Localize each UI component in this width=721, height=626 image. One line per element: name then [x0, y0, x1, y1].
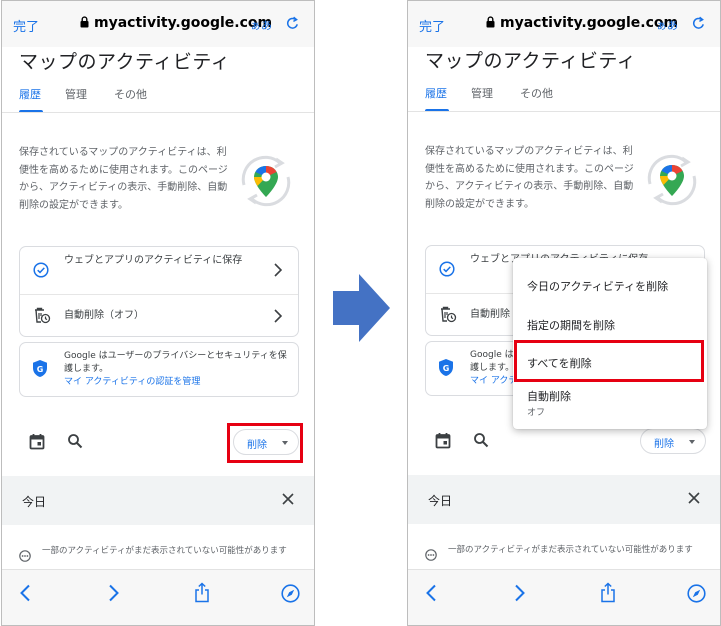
- description-text: 保存されているマップのアクティビティは、利便性を高めるために使用されます。このペ…: [425, 146, 634, 210]
- arrow-right-icon: [333, 274, 390, 342]
- page-title: マップのアクティビティ: [19, 51, 231, 73]
- tab-other[interactable]: その他: [520, 85, 553, 101]
- browser-toolbar: [408, 569, 720, 625]
- close-icon[interactable]: [282, 493, 294, 505]
- done-button[interactable]: 完了: [13, 16, 39, 35]
- today-label: 今日: [428, 494, 453, 508]
- web-app-activity-row[interactable]: ウェブとアプリのアクティビティに保存: [20, 247, 298, 294]
- text-size-button[interactable]: ぁあ: [656, 17, 678, 33]
- lock-icon: [486, 16, 495, 28]
- svg-text:G: G: [37, 365, 44, 374]
- reload-icon[interactable]: [285, 16, 300, 31]
- description-text: 保存されているマップのアクティビティは、利便性を高めるために使用されます。このペ…: [19, 147, 228, 211]
- auto-delete-row[interactable]: 自動削除（オフ）: [20, 294, 298, 336]
- url-display[interactable]: myactivity.google.com: [486, 15, 678, 31]
- tab-history[interactable]: 履歴: [19, 86, 41, 102]
- more-circle-icon: [425, 549, 437, 561]
- share-icon[interactable]: [194, 582, 210, 603]
- tab-divider: [408, 111, 720, 112]
- browser-toolbar: [2, 569, 314, 625]
- search-icon[interactable]: [67, 433, 83, 449]
- today-label: 今日: [22, 495, 47, 509]
- privacy-text: Google はユーザーのプライバシーとセキュリティを保護します。: [64, 351, 287, 374]
- tab-history[interactable]: 履歴: [425, 85, 447, 101]
- maps-activity-icon: [647, 154, 697, 206]
- caret-down-icon: [689, 440, 695, 444]
- today-header: 今日: [2, 476, 314, 525]
- done-button[interactable]: 完了: [419, 16, 445, 35]
- auto-delete-icon: [35, 307, 51, 324]
- browser-address-bar: 完了 myactivity.google.com ぁあ: [408, 1, 720, 47]
- tab-manage[interactable]: 管理: [471, 85, 493, 101]
- forward-icon[interactable]: [108, 584, 120, 602]
- auto-delete-status: オフ: [527, 408, 546, 418]
- web-app-activity-label: ウェブとアプリのアクティビティに保存: [64, 255, 243, 266]
- tab-other[interactable]: その他: [114, 86, 147, 102]
- menu-item-auto-delete[interactable]: 自動削除: [527, 388, 571, 404]
- search-icon[interactable]: [473, 432, 489, 448]
- svg-text:G: G: [443, 364, 450, 373]
- back-icon[interactable]: [19, 584, 31, 602]
- highlight-box-delete-all: [514, 340, 704, 382]
- tab-manage[interactable]: 管理: [65, 86, 87, 102]
- lock-icon: [80, 16, 89, 28]
- google-shield-icon: G: [33, 360, 47, 377]
- delete-button-label: 削除: [654, 439, 674, 450]
- browser-address-bar: 完了 myactivity.google.com ぁあ: [2, 1, 314, 47]
- calendar-icon[interactable]: [29, 433, 45, 450]
- pending-activity-notice: 一部のアクティビティがまだ表示されていない可能性があります: [448, 545, 693, 555]
- manage-verification-link[interactable]: マイ アクティビティの認証を管理: [64, 376, 294, 389]
- google-shield-icon: G: [439, 359, 453, 376]
- check-circle-icon: [439, 261, 455, 277]
- highlight-box-delete: [227, 423, 303, 463]
- auto-delete-label: 自動削除（オフ）: [64, 310, 144, 321]
- close-icon[interactable]: [688, 492, 700, 504]
- reload-icon[interactable]: [691, 16, 706, 31]
- calendar-icon[interactable]: [435, 432, 451, 449]
- today-header: 今日: [408, 475, 720, 524]
- compass-icon[interactable]: [687, 584, 706, 603]
- screenshot-before: 完了 myactivity.google.com ぁあ マップのアクティビティ …: [1, 0, 315, 626]
- page-title: マップのアクティビティ: [425, 50, 637, 72]
- settings-card: ウェブとアプリのアクティビティに保存 自動削除（オフ）: [19, 246, 299, 337]
- share-icon[interactable]: [600, 582, 616, 603]
- menu-item-delete-today[interactable]: 今日のアクティビティを削除: [527, 278, 668, 294]
- screenshot-after: 完了 myactivity.google.com ぁあ マップのアクティビティ …: [407, 0, 721, 626]
- auto-delete-icon: [441, 306, 457, 323]
- pending-activity-notice: 一部のアクティビティがまだ表示されていない可能性があります: [42, 546, 287, 556]
- menu-item-delete-range[interactable]: 指定の期間を削除: [527, 317, 615, 333]
- more-circle-icon: [19, 550, 31, 562]
- chevron-right-icon: [274, 263, 282, 277]
- url-text: myactivity.google.com: [94, 15, 273, 31]
- privacy-card: G Google はユーザーのプライバシーとセキュリティを保護します。 マイ ア…: [19, 342, 299, 397]
- chevron-right-icon: [274, 309, 282, 323]
- url-display[interactable]: myactivity.google.com: [80, 15, 272, 31]
- tab-divider: [2, 112, 314, 113]
- delete-button[interactable]: 削除: [640, 428, 706, 454]
- check-circle-icon: [33, 262, 49, 278]
- compass-icon[interactable]: [281, 584, 300, 603]
- url-text: myactivity.google.com: [500, 15, 679, 31]
- forward-icon[interactable]: [514, 584, 526, 602]
- text-size-button[interactable]: ぁあ: [250, 17, 272, 33]
- back-icon[interactable]: [425, 584, 437, 602]
- maps-activity-icon: [241, 155, 291, 207]
